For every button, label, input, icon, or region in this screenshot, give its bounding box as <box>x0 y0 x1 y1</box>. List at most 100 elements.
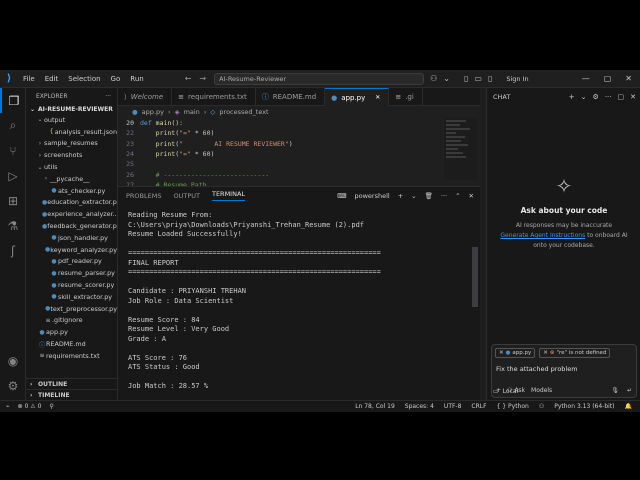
tree-file[interactable]: ● keyword_analyzer.py <box>26 244 117 256</box>
back-arrow-icon[interactable]: ← <box>185 74 192 83</box>
notifications-bell-icon[interactable]: 🔔 <box>625 403 632 410</box>
tree-file[interactable]: ● resume_parser.py <box>26 267 117 279</box>
remote-icon[interactable]: ⌁ <box>6 403 10 410</box>
generate-instructions-link[interactable]: Generate Agent Instructions <box>500 232 585 239</box>
code-line[interactable]: 23 print(" AI RESUME REVIEWER") <box>118 139 480 149</box>
dropdown-chevron-icon[interactable]: ⌄ <box>443 74 450 83</box>
chevron-down-icon[interactable]: ⌄ <box>411 192 416 200</box>
editor-tab[interactable]: ≡ .gi <box>389 88 423 106</box>
close-icon[interactable]: ✕ <box>543 350 548 356</box>
copilot-status-icon[interactable]: ⚇ <box>539 403 544 410</box>
minimize-icon[interactable]: — <box>582 74 590 83</box>
copilot-icon[interactable]: ⚇ <box>430 74 437 83</box>
chevron-down-icon[interactable]: ⌄ <box>581 93 587 101</box>
tree-folder[interactable]: › sample_resumes <box>26 138 117 150</box>
trash-icon[interactable]: 🗑 <box>425 192 433 200</box>
tree-file[interactable]: {analysis_result.json <box>26 126 117 138</box>
tree-file[interactable]: ● json_handler.py <box>26 232 117 244</box>
tree-file[interactable]: ● pdf_reader.py <box>26 256 117 268</box>
close-icon[interactable]: ✕ <box>499 350 504 356</box>
close-tab-icon[interactable]: ✕ <box>375 94 380 101</box>
menu-edit[interactable]: Edit <box>40 75 64 83</box>
tree-file[interactable]: ● experience_analyzer.... <box>26 208 117 220</box>
extensions-icon[interactable]: ⊞ <box>0 188 26 213</box>
close-panel-icon[interactable]: ✕ <box>469 192 474 200</box>
tree-file[interactable]: ● feedback_generator.py <box>26 220 117 232</box>
settings-gear-icon[interactable]: ⚙ <box>0 373 26 398</box>
send-icon[interactable]: ↵ <box>627 387 632 394</box>
ports-icon[interactable]: ⚲ <box>49 403 53 410</box>
tree-file[interactable]: ● skill_extractor.py <box>26 291 117 303</box>
toggle-sidebar-icon[interactable]: ▯ <box>464 74 468 83</box>
code-line[interactable]: 26 # --------------------------- <box>118 169 480 179</box>
tree-file[interactable]: ⓘ README.md <box>26 338 117 350</box>
tab-problems[interactable]: PROBLEMS <box>126 192 161 200</box>
context-chip-problem[interactable]: ✕ ⊗ "re" is not defined <box>539 348 611 358</box>
explorer-icon[interactable]: ❐ <box>0 88 26 113</box>
language-mode[interactable]: { } Python <box>497 403 529 410</box>
end-of-line[interactable]: CRLF <box>471 403 486 410</box>
python-interpreter[interactable]: Python 3.13 (64-bit) <box>554 403 614 410</box>
tree-folder[interactable]: › __pycache__ <box>26 173 117 185</box>
more-actions-icon[interactable]: ··· <box>605 93 612 101</box>
tree-file[interactable]: ● ats_checker.py <box>26 185 117 197</box>
cursor-position[interactable]: Ln 78, Col 19 <box>355 403 395 410</box>
forward-arrow-icon[interactable]: → <box>199 74 206 83</box>
problems-indicator[interactable]: ⊗ 0 ⚠ 0 <box>18 403 42 410</box>
editor-tab[interactable]: ≡ requirements.txt <box>172 88 256 106</box>
outline-section[interactable]: › OUTLINE <box>26 378 118 389</box>
maximize-icon[interactable]: ▢ <box>604 74 612 83</box>
more-actions-icon[interactable]: ··· <box>441 192 447 200</box>
shell-name[interactable]: powershell <box>355 192 390 200</box>
code-line[interactable]: 22 print("=" * 60) <box>118 128 480 138</box>
source-control-icon[interactable]: ⑂ <box>0 138 26 163</box>
timeline-section[interactable]: › TIMELINE <box>26 389 118 400</box>
terminal-output[interactable]: Reading Resume From: C:\Users\priya\Downl… <box>128 211 468 392</box>
chat-location[interactable]: ▭ Local <box>493 388 518 395</box>
menu-go[interactable]: Go <box>106 75 126 83</box>
code-line[interactable]: 20 def main(): <box>118 118 480 128</box>
context-chip-file[interactable]: ✕ ● app.py <box>495 348 536 358</box>
editor-tab[interactable]: ⟩ Welcome <box>118 88 173 106</box>
testing-icon[interactable]: ⚗ <box>0 213 26 238</box>
chat-prompt-text[interactable]: Fix the attached problem <box>492 361 636 377</box>
code-line[interactable]: 25 <box>118 159 480 169</box>
account-icon[interactable]: ◉ <box>0 348 26 373</box>
toggle-aux-bar-icon[interactable]: ▯ <box>488 74 492 83</box>
tree-file[interactable]: ● resume_scorer.py <box>26 279 117 291</box>
tree-folder[interactable]: › screenshots <box>26 149 117 161</box>
tab-output[interactable]: OUTPUT <box>173 192 200 200</box>
indentation[interactable]: Spaces: 4 <box>405 403 434 410</box>
minimap[interactable] <box>444 118 478 180</box>
microphone-icon[interactable]: 🎙 <box>611 387 619 394</box>
editor-tab[interactable]: ⓘ README.md <box>256 88 326 106</box>
tree-folder[interactable]: ⌄ output <box>26 114 117 126</box>
code-line[interactable]: 24 print("=" * 60) <box>118 149 480 159</box>
tab-terminal[interactable]: TERMINAL <box>211 190 246 201</box>
editor-tab[interactable]: ● app.py ✕ <box>325 88 390 106</box>
menu-selection[interactable]: Selection <box>63 75 105 83</box>
models-picker[interactable]: Models <box>531 387 552 394</box>
breadcrumb-variable[interactable]: processed_text <box>219 108 268 116</box>
menu-file[interactable]: File <box>18 75 40 83</box>
search-icon[interactable]: ⌕ <box>0 113 26 138</box>
maximize-panel-icon[interactable]: ⌃ <box>455 192 460 200</box>
new-chat-icon[interactable]: + <box>569 93 575 101</box>
encoding[interactable]: UTF-8 <box>444 403 462 410</box>
project-root[interactable]: ⌄ AI-RESUME-REVIEWER <box>26 104 117 114</box>
new-terminal-icon[interactable]: + <box>398 192 403 200</box>
tree-file[interactable]: ≡ .gitignore <box>26 315 117 327</box>
close-icon[interactable]: ✕ <box>630 93 636 101</box>
tree-file[interactable]: ● app.py <box>26 326 117 338</box>
sign-in-button[interactable]: Sign In <box>506 75 528 83</box>
tree-file[interactable]: ≡ requirements.txt <box>26 350 117 362</box>
close-icon[interactable]: ✕ <box>625 74 632 83</box>
breadcrumb-function[interactable]: main <box>184 108 200 116</box>
tree-folder[interactable]: ⌄ utils <box>26 161 117 173</box>
menu-run[interactable]: Run <box>125 75 148 83</box>
terminal-scrollbar[interactable] <box>472 247 478 307</box>
tree-file[interactable]: ● text_preprocessor.py <box>26 303 117 315</box>
breadcrumb-file[interactable]: app.py <box>142 108 164 116</box>
python-icon[interactable]: ʃ <box>0 238 26 263</box>
command-center-search[interactable]: AI-Resume-Reviewer <box>214 72 425 85</box>
